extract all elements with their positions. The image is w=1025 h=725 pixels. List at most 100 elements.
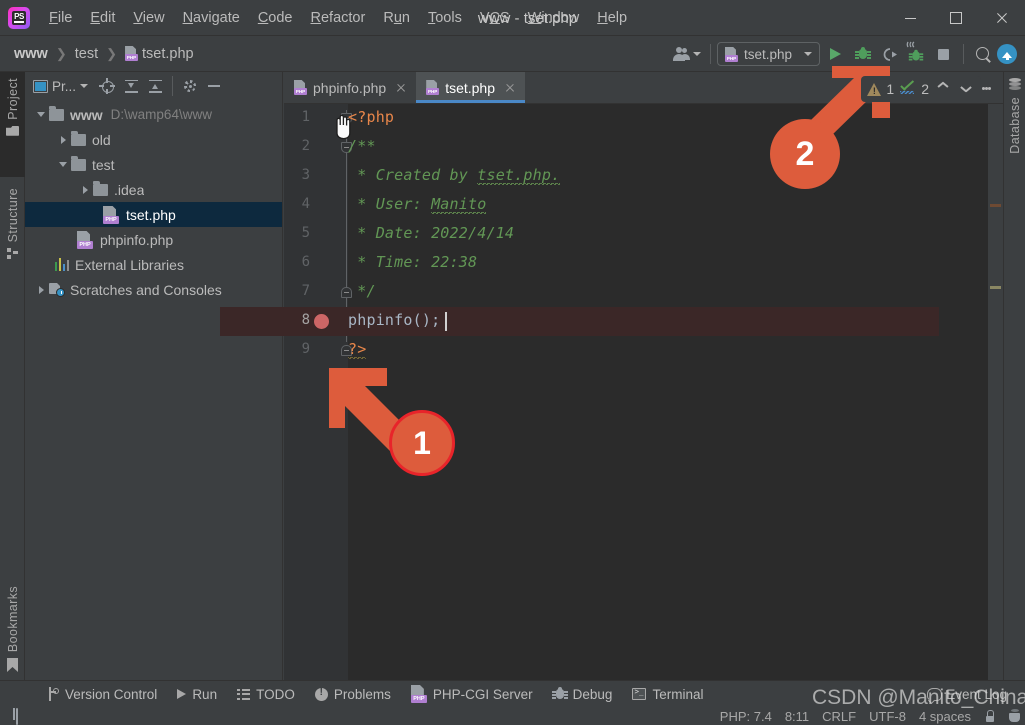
menu-help[interactable]: Help — [588, 6, 636, 30]
code-line: 7 */ — [284, 278, 939, 307]
tree-item-label: .idea — [114, 181, 145, 198]
editor-tab-tset-php[interactable]: PHP tset.php — [416, 72, 526, 103]
run-configuration-selector[interactable]: PHP tset.php — [716, 42, 820, 66]
select-opened-file-icon[interactable] — [96, 75, 118, 97]
line-number: 4 — [301, 196, 310, 212]
run-icon[interactable] — [822, 41, 849, 68]
bottom-item-version-control[interactable]: Version Control — [38, 685, 167, 704]
caret-position-indicator[interactable]: 8:11 — [785, 709, 809, 724]
sidebar-item-structure[interactable]: Structure — [0, 182, 25, 287]
file-encoding-indicator[interactable]: UTF-8 — [869, 709, 906, 724]
menu-tools[interactable]: Tools — [419, 6, 471, 30]
hide-icon[interactable] — [203, 75, 225, 97]
folder-icon — [71, 131, 86, 146]
read-only-lock-icon[interactable] — [984, 710, 995, 722]
code-line: 4 * User: Manito — [284, 191, 939, 220]
bottom-item-php-cgi-server[interactable]: PHP PHP-CGI Server — [401, 683, 543, 705]
line-number: 5 — [301, 225, 310, 241]
line-number: 3 — [301, 167, 310, 183]
breadcrumb-item-file[interactable]: PHP tset.php — [121, 44, 198, 64]
tree-item-old[interactable]: old — [25, 127, 282, 152]
search-icon[interactable] — [970, 41, 997, 68]
code-text: ?> — [348, 340, 367, 359]
expand-all-icon[interactable] — [120, 75, 142, 97]
inspection-widget[interactable]: 1 2 — [861, 76, 981, 102]
version-control-icon — [48, 687, 59, 701]
editor-tab-phpinfo-php[interactable]: PHP phpinfo.php — [284, 72, 416, 103]
main-toolbar: PHP tset.php — [670, 36, 1025, 72]
bottom-item-event-log[interactable]: Event Log — [917, 685, 1017, 704]
tree-item-phpinfo-php[interactable]: PHP phpinfo.php — [25, 227, 282, 252]
menu-vcs[interactable]: VCS — [471, 6, 519, 30]
tree-item-idea[interactable]: .idea — [25, 177, 282, 202]
sidebar-item-database[interactable]: Database — [1004, 78, 1025, 154]
error-stripe[interactable] — [988, 104, 1003, 680]
project-tree: www D:\wamp64\www old test .idea PHP tse… — [25, 100, 282, 680]
folder-icon — [71, 156, 86, 171]
tree-item-scratches-and-consoles[interactable]: Scratches and Consoles — [25, 277, 282, 302]
code-editor[interactable]: 1 <?php 2 /** 3 * Created by tset.php. 4… — [220, 104, 1003, 680]
line-separator-indicator[interactable]: CRLF — [822, 709, 856, 724]
phpstorm-window: PS File Edit View Navigate Code Refactor… — [0, 0, 1025, 725]
close-icon[interactable] — [394, 81, 408, 95]
chevron-right-icon[interactable] — [77, 185, 93, 194]
breakpoint-gutter[interactable] — [314, 314, 329, 329]
tree-item-label: old — [92, 131, 111, 148]
collapse-all-icon[interactable] — [144, 75, 166, 97]
code-segment-typo: Manito — [431, 195, 487, 214]
menu-window[interactable]: Window — [519, 6, 589, 30]
user-account-icon[interactable] — [670, 41, 704, 68]
menu-view[interactable]: View — [124, 6, 173, 30]
menu-navigate[interactable]: Navigate — [174, 6, 249, 30]
tree-item-tset-php[interactable]: PHP tset.php — [25, 202, 282, 227]
status-bar: PHP: 7.4 8:11 CRLF UTF-8 4 spaces — [0, 707, 1025, 725]
todo-list-icon — [237, 688, 251, 700]
project-panel-title: Pr... — [52, 78, 77, 94]
bottom-item-terminal[interactable]: Terminal — [622, 685, 713, 704]
settings-gear-icon[interactable] — [179, 75, 201, 97]
debug-icon[interactable] — [849, 41, 876, 68]
status-indicators: PHP: 7.4 8:11 CRLF UTF-8 4 spaces — [720, 709, 1021, 724]
breadcrumb-item-www[interactable]: www — [10, 44, 52, 64]
toggle-toolbar-icon[interactable] — [16, 707, 18, 725]
stripe-mark[interactable] — [990, 204, 1001, 207]
sidebar-item-bookmarks[interactable]: Bookmarks — [0, 567, 25, 672]
menu-file[interactable]: File — [40, 6, 81, 30]
menu-code[interactable]: Code — [249, 6, 302, 30]
close-icon[interactable] — [503, 81, 517, 95]
breadcrumb-item-test[interactable]: test — [71, 44, 102, 64]
chevron-down-icon[interactable] — [957, 80, 975, 98]
menu-edit[interactable]: Edit — [81, 6, 124, 30]
maximize-button[interactable] — [933, 0, 979, 36]
memory-trash-icon[interactable] — [1008, 709, 1021, 722]
tree-item-external-libraries[interactable]: External Libraries — [25, 252, 282, 277]
chevron-down-icon[interactable] — [55, 162, 71, 167]
attach-debugger-listen-icon[interactable] — [903, 40, 930, 68]
bottom-item-todo[interactable]: TODO — [227, 685, 305, 704]
close-button[interactable] — [979, 0, 1025, 36]
chevron-right-icon[interactable] — [55, 135, 71, 144]
stop-icon[interactable] — [930, 41, 957, 68]
breadcrumb: www ❯ test ❯ PHP tset.php — [10, 44, 198, 64]
bottom-item-label: TODO — [256, 686, 295, 702]
menu-run[interactable]: Run — [374, 6, 419, 30]
indent-indicator[interactable]: 4 spaces — [919, 709, 971, 724]
minimize-button[interactable] — [887, 0, 933, 36]
chevron-right-icon[interactable] — [33, 285, 49, 294]
php-interpreter-indicator[interactable]: PHP: 7.4 — [720, 709, 772, 724]
menu-refactor[interactable]: Refactor — [302, 6, 375, 30]
stripe-mark[interactable] — [990, 286, 1001, 289]
tree-item-test[interactable]: test — [25, 152, 282, 177]
chevron-up-icon[interactable] — [934, 80, 952, 98]
ok-count: 2 — [921, 81, 929, 97]
sidebar-item-label: Bookmarks — [5, 585, 20, 652]
chevron-down-icon[interactable] — [33, 112, 49, 117]
tree-item-www[interactable]: www D:\wamp64\www — [25, 102, 282, 127]
bottom-item-debug[interactable]: Debug — [543, 685, 623, 704]
project-view-selector[interactable]: Pr... — [33, 78, 89, 94]
bottom-item-problems[interactable]: Problems — [305, 685, 401, 704]
update-project-icon[interactable] — [997, 44, 1017, 64]
bottom-item-run[interactable]: Run — [167, 685, 227, 704]
sidebar-item-project[interactable]: Project — [0, 72, 25, 177]
run-coverage-icon[interactable] — [876, 41, 903, 68]
